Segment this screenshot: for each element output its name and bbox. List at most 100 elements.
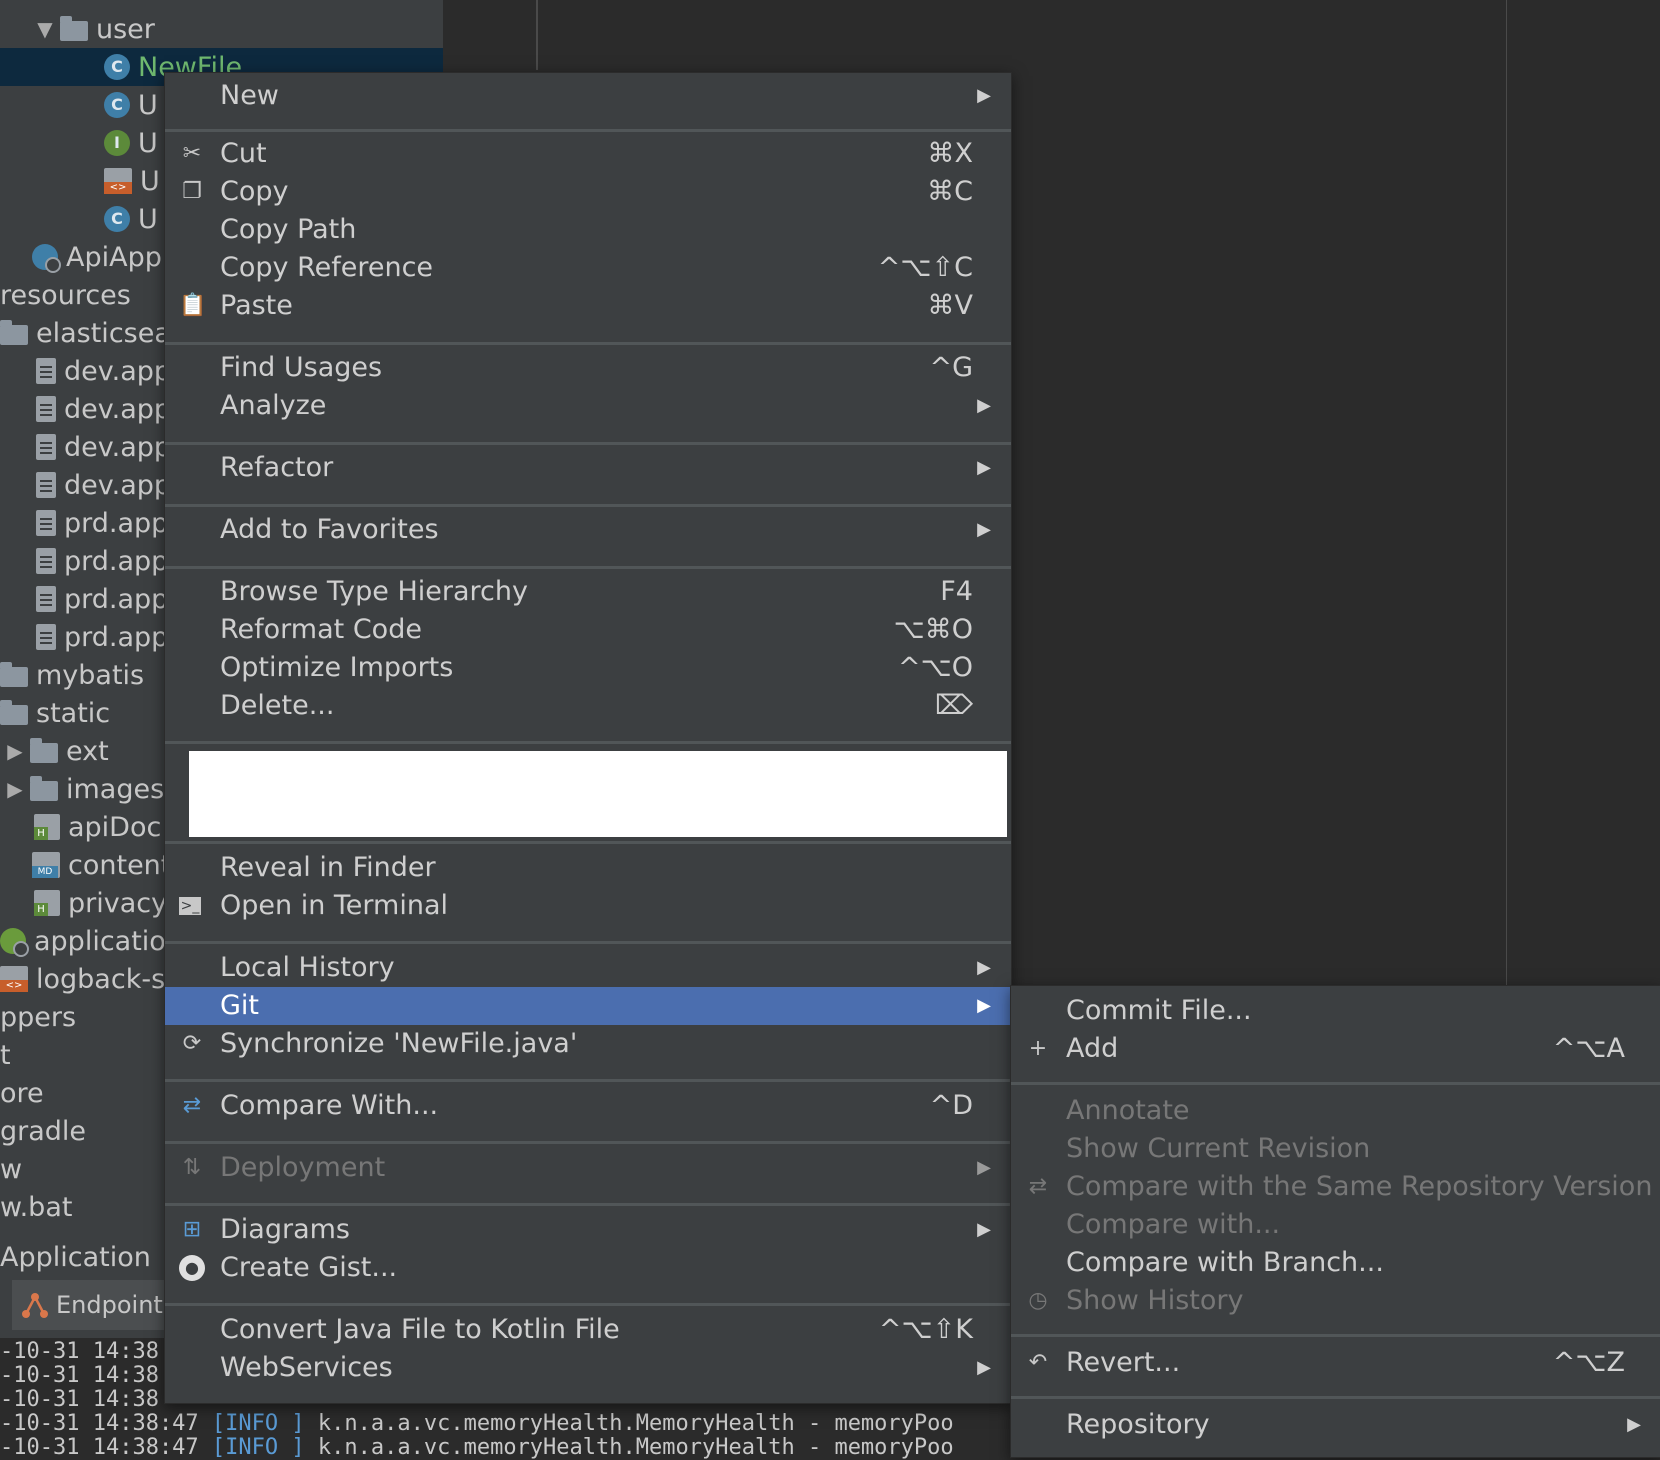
menu-item-add[interactable]: + Add ^⌥A <box>1011 1030 1660 1068</box>
menu-item-commit-file[interactable]: Commit File... <box>1011 992 1660 1030</box>
menu-separator <box>165 741 1011 744</box>
tree-item-label: prd.app <box>64 507 169 539</box>
tree-item[interactable]: C U <box>104 86 158 124</box>
menu-item-reveal-in-finder[interactable]: Reveal in Finder <box>165 849 1011 887</box>
submenu-arrow-icon: ▶ <box>977 519 991 540</box>
markdown-file-icon <box>32 852 60 878</box>
menu-item-webservices[interactable]: WebServices ▶ <box>165 1349 1011 1387</box>
menu-item-copy-path[interactable]: Copy Path <box>165 211 1011 249</box>
menu-item-compare-with-branch[interactable]: Compare with Branch... <box>1011 1244 1660 1282</box>
log-line: -10-31 14:38 <box>0 1387 159 1412</box>
tree-item[interactable]: U <box>104 162 160 200</box>
menu-item-reformat-code[interactable]: Reformat Code ⌥⌘O <box>165 611 1011 649</box>
git-submenu: Commit File... + Add ^⌥A Annotate Show Cu… <box>1010 985 1660 1458</box>
menu-item-cut[interactable]: ✂ Cut ⌘X <box>165 135 1011 173</box>
tree-item[interactable]: content <box>32 846 171 884</box>
menu-item-analyze[interactable]: Analyze ▶ <box>165 387 1011 425</box>
class-icon: C <box>104 92 130 118</box>
diagram-icon: ⊞ <box>182 1217 202 1242</box>
menu-item-create-gist[interactable]: ● Create Gist... <box>165 1249 1011 1287</box>
tab-label: Application <box>0 1241 151 1273</box>
expand-arrow-icon[interactable]: ▶ <box>0 777 30 801</box>
interface-icon: I <box>104 130 130 156</box>
menu-item-synchronize[interactable]: ⟳ Synchronize 'NewFile.java' <box>165 1025 1011 1063</box>
tree-item-label: U <box>140 165 160 197</box>
folder-icon <box>0 700 28 725</box>
menu-separator <box>165 941 1011 944</box>
menu-item-diagrams[interactable]: ⊞ Diagrams ▶ <box>165 1211 1011 1249</box>
spring-config-icon <box>0 928 29 957</box>
tree-item-label: prd.app <box>64 545 169 577</box>
menu-item-git[interactable]: Git ▶ <box>165 987 1011 1025</box>
menu-separator <box>165 1141 1011 1144</box>
menu-item-show-current-revision[interactable]: Show Current Revision <box>1011 1130 1660 1168</box>
menu-item-show-history[interactable]: ◷ Show History <box>1011 1282 1660 1320</box>
tree-item[interactable]: w <box>0 1150 22 1188</box>
tree-item[interactable]: dev.app <box>36 466 171 504</box>
tree-item-user[interactable]: ▼ user <box>30 10 155 48</box>
properties-file-icon <box>36 396 56 422</box>
menu-item-compare-with[interactable]: ⇄ Compare With... ^D <box>165 1087 1011 1125</box>
tree-item[interactable]: dev.app <box>36 390 171 428</box>
tree-item-label: w <box>0 1153 23 1185</box>
menu-item-delete[interactable]: Delete... ⌦ <box>165 687 1011 725</box>
tree-item[interactable]: gradle <box>0 1112 86 1150</box>
xml-file-icon <box>0 966 28 992</box>
tree-item-label: user <box>96 13 155 45</box>
tree-item[interactable]: ppers <box>0 998 76 1036</box>
clock-icon: ◷ <box>1028 1288 1048 1313</box>
menu-item-repository[interactable]: Repository ▶ <box>1011 1406 1660 1444</box>
tree-item[interactable]: prd.app <box>36 504 168 542</box>
editor-divider <box>536 0 538 70</box>
menu-item-refactor[interactable]: Refactor ▶ <box>165 449 1011 487</box>
menu-item-copy[interactable]: ❐ Copy ⌘C <box>165 173 1011 211</box>
tree-item-label: ext <box>66 735 109 767</box>
tree-item[interactable]: t <box>0 1036 11 1074</box>
menu-item-paste[interactable]: 📋 Paste ⌘V <box>165 287 1011 325</box>
tree-item[interactable]: ore <box>0 1074 44 1112</box>
tree-item-static[interactable]: static <box>0 694 110 732</box>
expand-arrow-icon[interactable]: ▼ <box>30 17 60 41</box>
tree-item-label: content <box>68 849 172 881</box>
tree-item[interactable]: dev.app <box>36 352 171 390</box>
menu-item-new[interactable]: New ▶ <box>165 77 1011 115</box>
tree-item[interactable]: w.bat <box>0 1188 72 1226</box>
menu-item-open-in-terminal[interactable]: >_ Open in Terminal <box>165 887 1011 925</box>
tree-item-resources[interactable]: resources <box>0 276 131 314</box>
tree-item-apiapp[interactable]: ApiAppl <box>32 238 169 276</box>
menu-item-convert-to-kotlin[interactable]: Convert Java File to Kotlin File ^⌥⇧K <box>165 1311 1011 1349</box>
menu-item-local-history[interactable]: Local History ▶ <box>165 949 1011 987</box>
menu-item-deployment[interactable]: ⇅ Deployment ▶ <box>165 1149 1011 1187</box>
tree-item[interactable]: C U <box>104 200 158 238</box>
tree-item-label: t <box>0 1039 11 1071</box>
menu-item-annotate[interactable]: Annotate <box>1011 1092 1660 1130</box>
submenu-arrow-icon: ▶ <box>1627 1414 1641 1435</box>
menu-item-copy-reference[interactable]: Copy Reference ^⌥⇧C <box>165 249 1011 287</box>
menu-item-compare-same-repo-version[interactable]: ⇄ Compare with the Same Repository Versi… <box>1011 1168 1660 1206</box>
tree-item[interactable]: prd.app <box>36 542 168 580</box>
tree-item[interactable]: apiDoc. <box>34 808 170 846</box>
tree-item[interactable]: I U <box>104 124 158 162</box>
expand-arrow-icon[interactable]: ▶ <box>0 739 30 763</box>
run-tab-application[interactable]: Application <box>0 1238 151 1276</box>
endpoints-icon <box>22 1293 48 1318</box>
tree-item-elasticsearch[interactable]: elasticsear <box>0 314 182 352</box>
tree-item[interactable]: prd.app <box>36 580 168 618</box>
tree-item[interactable]: privacy. <box>34 884 172 922</box>
tree-item[interactable]: prd.app <box>36 618 168 656</box>
tree-item-images[interactable]: ▶ images <box>0 770 164 808</box>
tree-item[interactable]: dev.app <box>36 428 171 466</box>
tree-item[interactable]: logback-sp <box>0 960 182 998</box>
tree-item-ext[interactable]: ▶ ext <box>0 732 109 770</box>
menu-item-browse-type-hierarchy[interactable]: Browse Type Hierarchy F4 <box>165 573 1011 611</box>
menu-separator <box>165 504 1011 507</box>
menu-item-add-to-favorites[interactable]: Add to Favorites ▶ <box>165 511 1011 549</box>
menu-item-compare-with[interactable]: Compare with... <box>1011 1206 1660 1244</box>
menu-item-find-usages[interactable]: Find Usages ^G <box>165 349 1011 387</box>
menu-item-revert[interactable]: ↶ Revert... ^⌥Z <box>1011 1344 1660 1382</box>
menu-item-optimize-imports[interactable]: Optimize Imports ^⌥O <box>165 649 1011 687</box>
tree-item-label: applicatior <box>34 925 177 957</box>
terminal-icon: >_ <box>179 897 201 915</box>
tree-item[interactable]: applicatior <box>0 922 177 960</box>
tree-item-mybatis[interactable]: mybatis <box>0 656 144 694</box>
